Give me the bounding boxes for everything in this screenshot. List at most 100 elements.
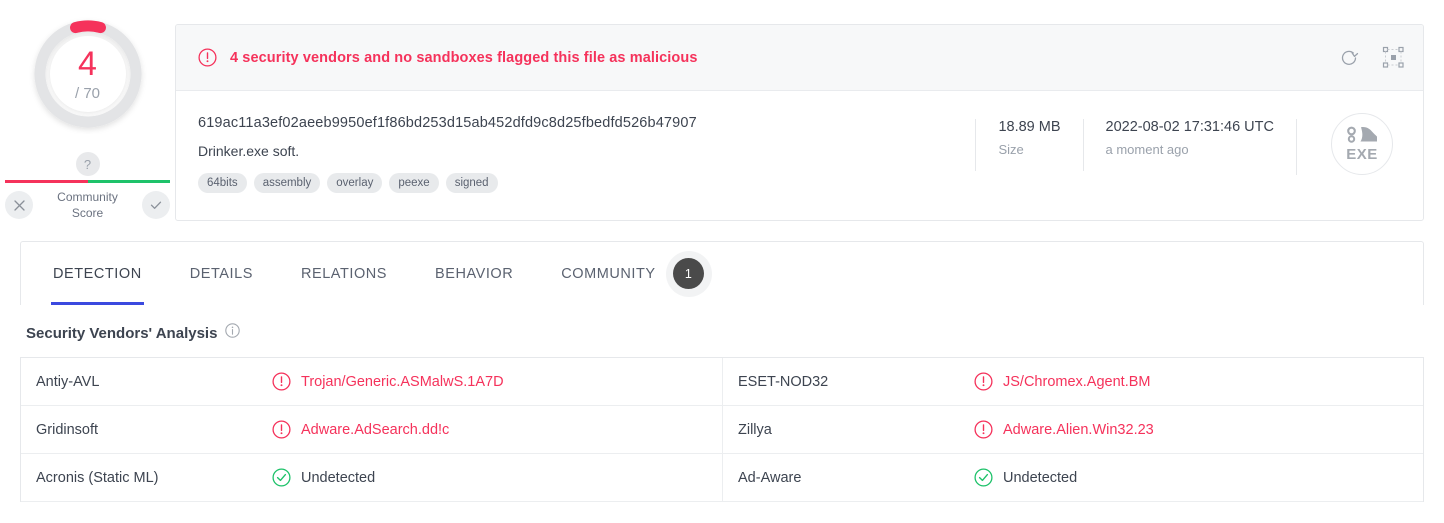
check-circle-icon — [272, 468, 291, 487]
vendor-cell: Ad-Aware Undetected — [722, 454, 1423, 502]
report-header: 4 / 70 ? Community Score 4 security vend… — [0, 0, 1444, 222]
question-mark-icon[interactable]: ? — [75, 152, 100, 176]
alert-circle-icon — [272, 420, 291, 439]
x-icon — [13, 200, 25, 211]
upvote-button[interactable] — [142, 191, 170, 220]
community-badge-halo: 1 — [665, 250, 712, 297]
check-circle-icon — [974, 468, 993, 487]
vendor-cell: Acronis (Static ML) Undetected — [21, 454, 722, 501]
file-meta-group: 18.89 MB Size 2022-08-02 17:31:46 UTC a … — [975, 111, 1423, 175]
detection-banner-text: 4 security vendors and no sandboxes flag… — [230, 49, 698, 66]
vendor-result: JS/Chromex.Agent.BM — [974, 372, 1150, 391]
info-circle-icon[interactable] — [225, 323, 241, 343]
vendor-name: ESET-NOD32 — [738, 373, 829, 390]
file-size-label: Size — [998, 142, 1024, 157]
detection-gauge: 4 / 70 — [28, 14, 148, 134]
vendor-result-text: Undetected — [301, 469, 376, 486]
vendor-result-text: Trojan/Generic.ASMalwS.1A7D — [301, 373, 504, 390]
vendor-cell: Zillya Adware.Alien.Win32.23 — [722, 406, 1423, 454]
detection-score-value: 4 / 70 — [49, 36, 126, 112]
alert-circle-icon — [974, 420, 993, 439]
vendors-analysis-header: Security Vendors' Analysis — [0, 305, 1444, 357]
tab-label: RELATIONS — [300, 265, 388, 282]
tab-label: DETECTION — [53, 265, 142, 282]
table-row: Gridinsoft Adware.AdSearch.dd!c Zillya A… — [21, 406, 1423, 455]
vendors-analysis-title: Security Vendors' Analysis — [26, 324, 218, 342]
file-type-badge: EXE — [1331, 113, 1393, 175]
report-tabs: DETECTION DETAILS RELATIONS BEHAVIOR COM… — [20, 241, 1424, 306]
vendor-cell: Gridinsoft Adware.AdSearch.dd!c — [21, 406, 722, 453]
detection-total: / 70 — [74, 84, 101, 102]
tab-detection[interactable]: DETECTION — [29, 242, 166, 306]
file-details: 619ac11a3ef02aeeb9950ef1f86bd253d15ab452… — [176, 91, 1423, 211]
file-tag[interactable]: overlay — [327, 173, 383, 193]
file-date-meta: 2022-08-02 17:31:46 UTC a moment ago — [1082, 119, 1296, 171]
alert-circle-icon — [974, 372, 993, 391]
file-date-label: a moment ago — [1105, 142, 1189, 157]
vendor-result: Adware.Alien.Win32.23 — [974, 420, 1154, 439]
vendor-result: Adware.AdSearch.dd!c — [272, 420, 449, 439]
vendor-result-text: Undetected — [1003, 469, 1078, 486]
exe-gear-icon — [1347, 126, 1377, 143]
file-tag[interactable]: assembly — [253, 173, 321, 193]
table-row: Acronis (Static ML) Undetected Ad-Aware — [21, 454, 1423, 503]
tab-relations[interactable]: RELATIONS — [277, 242, 411, 305]
alert-circle-icon — [272, 372, 291, 391]
vendor-result: Undetected — [272, 468, 375, 487]
vendor-result-text: Adware.AdSearch.dd!c — [301, 421, 450, 438]
file-size-value: 18.89 MB — [998, 119, 1061, 135]
detection-banner: 4 security vendors and no sandboxes flag… — [176, 25, 1423, 91]
file-summary-card: 4 security vendors and no sandboxes flag… — [175, 24, 1424, 222]
tab-behavior[interactable]: BEHAVIOR — [411, 242, 537, 305]
detection-score-panel: 4 / 70 ? Community Score — [0, 0, 175, 221]
community-badge-holder: 1 — [656, 250, 712, 297]
community-label-line2: Score — [71, 206, 104, 221]
file-type-label: EXE — [1346, 145, 1378, 163]
reanalyze-button[interactable] — [1338, 47, 1360, 69]
file-identity: 619ac11a3ef02aeeb9950ef1f86bd253d15ab452… — [176, 111, 975, 193]
community-bar-negative — [5, 180, 88, 183]
file-name: Drinker.exe soft. — [198, 143, 300, 159]
alert-circle-icon — [198, 48, 217, 67]
community-label-line1: Community — [57, 190, 118, 204]
vendor-name: Antiy-AVL — [36, 373, 100, 390]
file-tag[interactable]: signed — [445, 173, 498, 193]
file-tags: 64bits assembly overlay peexe signed — [198, 173, 975, 193]
tab-label: BEHAVIOR — [435, 265, 514, 282]
community-score-bar — [5, 180, 170, 183]
refresh-icon — [1341, 50, 1359, 65]
detection-count: 4 — [78, 44, 97, 83]
vendor-name: Ad-Aware — [738, 469, 802, 486]
vendor-result-text: JS/Chromex.Agent.BM — [1003, 373, 1151, 390]
vendor-cell: Antiy-AVL Trojan/Generic.ASMalwS.1A7D — [21, 358, 722, 405]
vendor-name: Zillya — [738, 421, 772, 438]
file-type-wrap: EXE — [1296, 113, 1423, 175]
virustotal-file-report: 4 / 70 ? Community Score 4 security vend… — [0, 0, 1444, 523]
community-score-label: Community Score — [33, 189, 142, 221]
community-bar-positive — [87, 180, 170, 183]
table-row: Antiy-AVL Trojan/Generic.ASMalwS.1A7D ES… — [21, 358, 1423, 407]
vendor-name: Acronis (Static ML) — [36, 469, 159, 486]
file-size-meta: 18.89 MB Size — [975, 119, 1082, 171]
tab-details[interactable]: DETAILS — [166, 242, 277, 305]
vendor-result: Trojan/Generic.ASMalwS.1A7D — [272, 372, 504, 391]
vendors-analysis-table: Antiy-AVL Trojan/Generic.ASMalwS.1A7D ES… — [20, 357, 1424, 503]
community-count-badge: 1 — [673, 258, 705, 290]
community-score-panel: ? Community Score — [5, 152, 170, 221]
vendor-result: Undetected — [974, 468, 1077, 487]
fullscreen-button[interactable] — [1382, 46, 1405, 69]
community-score-row: Community Score — [5, 189, 170, 221]
file-tag[interactable]: peexe — [389, 173, 439, 193]
file-date-value: 2022-08-02 17:31:46 UTC — [1105, 119, 1274, 135]
tab-community[interactable]: COMMUNITY 1 — [537, 242, 735, 305]
banner-actions — [1338, 46, 1405, 69]
tab-label: DETAILS — [189, 265, 253, 282]
vendor-name: Gridinsoft — [36, 421, 99, 438]
expand-icon — [1382, 46, 1404, 68]
vendor-result-text: Adware.Alien.Win32.23 — [1003, 421, 1154, 438]
file-tag[interactable]: 64bits — [198, 173, 247, 193]
downvote-button[interactable] — [5, 191, 33, 220]
tab-label: COMMUNITY — [561, 265, 656, 282]
vendor-cell: ESET-NOD32 JS/Chromex.Agent.BM — [722, 358, 1423, 406]
file-hash[interactable]: 619ac11a3ef02aeeb9950ef1f86bd253d15ab452… — [198, 115, 975, 131]
